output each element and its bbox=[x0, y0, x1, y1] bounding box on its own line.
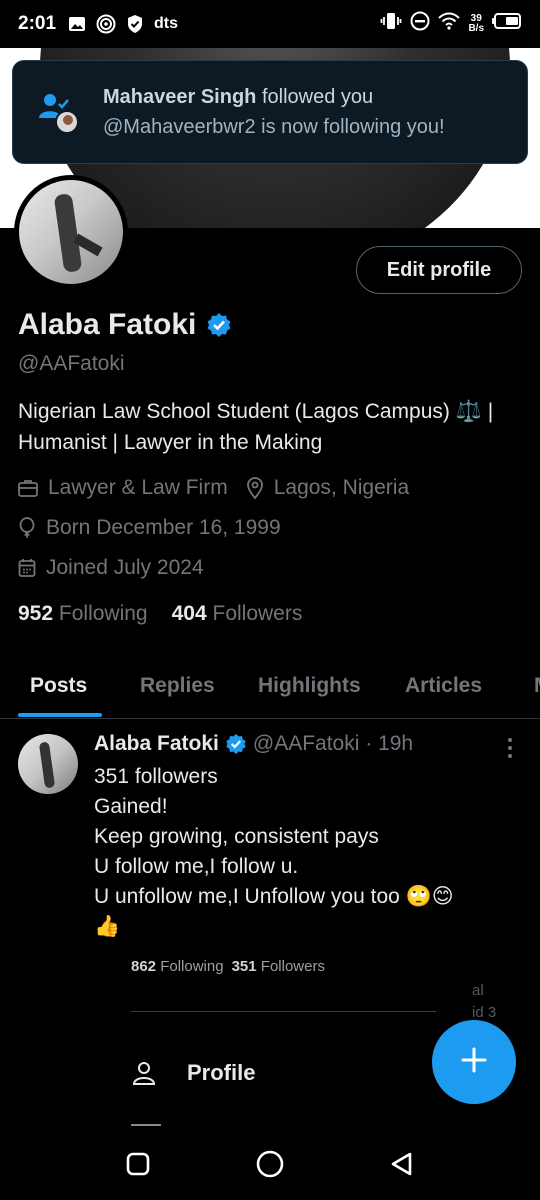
do-not-disturb-icon bbox=[410, 11, 430, 37]
home-button[interactable] bbox=[254, 1148, 286, 1180]
profile-bio: Nigerian Law School Student (Lagos Campu… bbox=[18, 400, 494, 454]
shield-check-icon bbox=[126, 14, 144, 34]
status-bar: 2:01 dts 39 B/s bbox=[0, 0, 540, 48]
notification-title: Mahaveer Singh followed you bbox=[103, 82, 445, 112]
notification-subtitle: @Mahaveerbwr2 is now following you! bbox=[103, 116, 445, 138]
edit-profile-button[interactable]: Edit profile bbox=[356, 246, 522, 294]
following-label: Following bbox=[58, 602, 148, 625]
tabs-divider bbox=[0, 718, 540, 719]
following-count: 952 bbox=[18, 602, 54, 625]
system-navigation-bar bbox=[0, 1128, 540, 1200]
net-speed: 39 B/s bbox=[468, 14, 484, 34]
profile-born: Born December 16, 1999 bbox=[46, 516, 281, 539]
embed-faded-line-1: al bbox=[472, 982, 484, 999]
map-pin-icon bbox=[246, 477, 264, 499]
post-header: Alaba Fatoki @AAFatoki · 19h bbox=[94, 732, 413, 756]
followers-count: 404 bbox=[171, 602, 207, 625]
post-handle-time: @AAFatoki · 19h bbox=[252, 732, 414, 755]
profile-meta-row-2: Born December 16, 1999 bbox=[18, 516, 281, 540]
gallery-icon bbox=[68, 16, 86, 32]
notification-user-name: Mahaveer Singh bbox=[103, 86, 257, 108]
briefcase-icon bbox=[18, 479, 38, 497]
post-more-options-icon[interactable] bbox=[500, 736, 520, 760]
profile-joined: Joined July 2024 bbox=[46, 556, 204, 579]
profile-location: Lagos, Nigeria bbox=[273, 476, 410, 499]
tab-replies[interactable]: Replies bbox=[140, 674, 215, 698]
carrier-label: dts bbox=[154, 15, 179, 32]
calendar-icon bbox=[18, 558, 36, 578]
profile-avatar[interactable] bbox=[14, 175, 128, 289]
profile-name-row: Alaba Fatoki bbox=[18, 308, 232, 342]
embed-following-label: Following bbox=[160, 958, 224, 975]
profile-handle: @AAFatoki bbox=[18, 352, 125, 375]
embed-followers-label: Followers bbox=[260, 958, 325, 975]
profile-stats: 952 Following 404 Followers bbox=[18, 602, 302, 626]
verified-badge-icon[interactable] bbox=[206, 312, 232, 338]
tab-articles[interactable]: Articles bbox=[405, 674, 482, 698]
follow-user-icon bbox=[37, 90, 81, 134]
embed-profile-label: Profile bbox=[187, 1060, 256, 1085]
verified-badge-icon bbox=[225, 733, 247, 755]
active-tab-indicator bbox=[18, 713, 102, 717]
notification-action: followed you bbox=[256, 86, 374, 108]
tab-media[interactable]: M bbox=[534, 674, 540, 698]
profile-tabs: Posts Replies Highlights Articles M bbox=[0, 664, 540, 720]
post-text: 351 followers Gained! Keep growing, cons… bbox=[94, 765, 454, 938]
battery-icon bbox=[492, 12, 522, 36]
profile-meta-row-3: Joined July 2024 bbox=[18, 556, 204, 580]
follow-notification[interactable]: Mahaveer Singh followed you @Mahaveerbwr… bbox=[12, 60, 528, 164]
wifi-icon bbox=[438, 12, 461, 36]
status-time: 2:01 bbox=[18, 13, 57, 34]
net-speed-unit: B/s bbox=[468, 23, 484, 34]
tab-highlights[interactable]: Highlights bbox=[258, 674, 361, 698]
embed-stats: 862 Following 351 Followers bbox=[131, 958, 325, 975]
hotspot-icon bbox=[96, 14, 116, 34]
vibrate-icon bbox=[380, 12, 402, 36]
profile-meta-row-1: Lawyer & Law Firm Lagos, Nigeria bbox=[18, 476, 409, 500]
post-author-avatar[interactable] bbox=[18, 734, 78, 794]
balloon-icon bbox=[18, 517, 36, 539]
embed-divider bbox=[131, 1011, 436, 1012]
person-icon bbox=[131, 1060, 157, 1086]
following-link[interactable]: 952 Following bbox=[18, 602, 148, 626]
plus-icon bbox=[459, 1045, 489, 1080]
notification-avatar bbox=[55, 110, 79, 134]
post-author-name[interactable]: Alaba Fatoki bbox=[94, 732, 219, 756]
profile-name: Alaba Fatoki bbox=[18, 308, 197, 341]
followers-label: Followers bbox=[212, 602, 303, 625]
embed-faded-text: al id 3 bbox=[472, 980, 496, 1024]
embed-profile-item: Profile bbox=[131, 1060, 255, 1086]
tab-posts[interactable]: Posts bbox=[30, 674, 87, 698]
embed-following-count: 862 bbox=[131, 958, 157, 975]
embed-followers-count: 351 bbox=[231, 958, 257, 975]
followers-link[interactable]: 404 Followers bbox=[172, 602, 303, 626]
back-button[interactable] bbox=[386, 1148, 418, 1180]
profile-avatar-image bbox=[19, 180, 123, 284]
profile-category: Lawyer & Law Firm bbox=[48, 476, 228, 499]
compose-post-button[interactable] bbox=[432, 1020, 516, 1104]
recents-button[interactable] bbox=[122, 1148, 154, 1180]
